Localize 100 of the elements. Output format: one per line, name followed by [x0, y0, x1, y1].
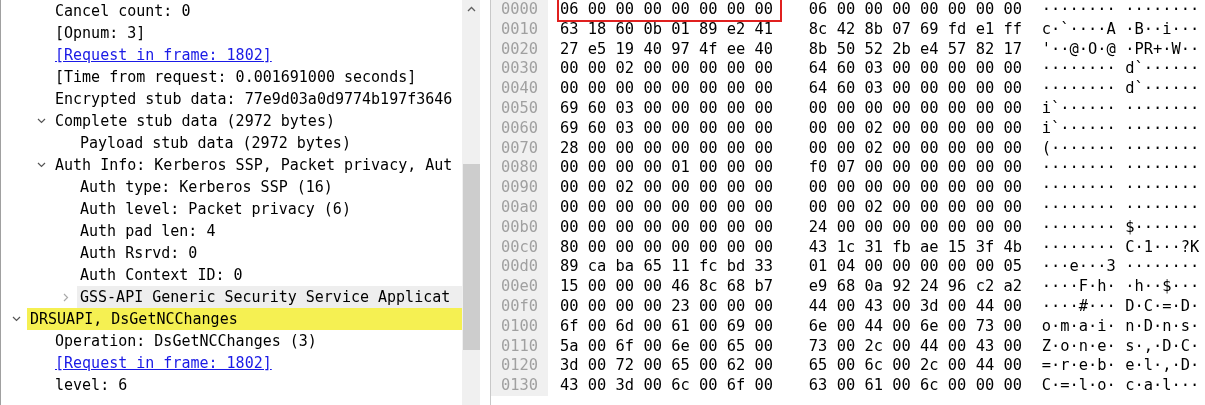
hex-bytes: 00 00 00 00 23 00 00 00 — [559, 295, 775, 317]
offset-label: 0110 — [491, 336, 548, 357]
tree-item[interactable]: Complete stub data (2972 bytes) — [52, 110, 463, 132]
ascii-text: ···e···3 ········ — [1041, 257, 1201, 278]
hex-bytes: 00 00 00 00 00 00 00 00 — [808, 178, 1023, 198]
ascii-text: i`······ ········ — [1041, 99, 1201, 119]
ascii-text: C·=·l·o· c·a·l··· — [1041, 376, 1201, 396]
offset-label: 00e0 — [491, 277, 548, 297]
ascii-text: Z·o·n·e· s·,·D·C· — [1041, 336, 1201, 357]
tree-item[interactable]: Auth Context ID: 0 — [77, 264, 463, 286]
scrollbar-thumb[interactable] — [462, 164, 480, 350]
offset-label: 0000 — [491, 0, 548, 20]
tree-item[interactable]: level: 6 — [52, 374, 463, 396]
ascii-text: i`······ ········ — [1041, 118, 1201, 139]
tree-item[interactable]: [Opnum: 3] — [52, 22, 463, 44]
ascii-text: o·m·a·i· n·D·n·s· — [1041, 316, 1201, 337]
offset-label: 0090 — [491, 178, 548, 198]
hex-bytes: 3d 00 72 00 65 00 62 00 — [559, 355, 775, 377]
hex-bytes: 24 00 00 00 00 00 00 00 — [808, 217, 1023, 238]
ascii-text: '··@·O·@ ·PR+·W·· — [1041, 39, 1201, 60]
hex-bytes: e9 68 0a 92 24 96 c2 a2 — [808, 277, 1023, 297]
offset-label: 00c0 — [491, 237, 548, 258]
ascii-text: ········ ········ — [1041, 197, 1201, 218]
hex-bytes: 80 00 00 00 00 00 00 00 — [559, 236, 775, 258]
offset-label: 0130 — [491, 376, 548, 396]
hex-bytes: 8c 42 8b 07 69 fd e1 ff — [808, 19, 1023, 40]
offset-label: 00d0 — [491, 257, 548, 278]
hex-bytes: 89 ca ba 65 11 fc bd 33 — [559, 256, 775, 278]
offset-label: 0080 — [491, 158, 548, 179]
hex-bytes: 00 00 02 00 00 00 00 00 — [808, 197, 1023, 218]
chevron-down-icon[interactable] — [11, 316, 21, 322]
offset-label: 0010 — [491, 19, 548, 40]
tree-item[interactable]: Payload stub data (2972 bytes) — [77, 132, 463, 154]
offset-label: 00a0 — [491, 197, 548, 218]
hex-bytes: 6f 00 6d 00 61 00 69 00 — [559, 315, 775, 337]
offset-label: 0120 — [491, 356, 548, 377]
hex-bytes: 27 e5 19 40 97 4f ee 40 — [559, 38, 775, 60]
ascii-text: ········ d`······ — [1041, 79, 1201, 99]
hex-bytes: 28 00 00 00 00 00 00 00 — [559, 137, 775, 159]
scroll-up-icon[interactable] — [466, 6, 476, 12]
hex-bytes: 01 04 00 00 00 00 00 05 — [808, 257, 1023, 278]
hex-bytes: 43 1c 31 fb ae 15 3f 4b — [808, 237, 1023, 258]
hex-bytes: 69 60 03 00 00 00 00 00 — [559, 117, 775, 139]
frame-link[interactable]: [Request in frame: 1802] — [52, 352, 463, 374]
chevron-down-icon[interactable] — [36, 118, 46, 124]
ascii-text: ········ d`······ — [1041, 59, 1201, 80]
ascii-text: c·`····A ·B··i··· — [1041, 19, 1201, 40]
ascii-text: =·r·e·b· e·l·,·D· — [1041, 356, 1201, 377]
hex-bytes: 44 00 43 00 3d 00 44 00 — [808, 296, 1023, 317]
ascii-text: ········ ········ — [1041, 0, 1201, 20]
tree-item[interactable]: Operation: DsGetNCChanges (3) — [52, 330, 463, 352]
hex-bytes: 6e 00 44 00 6e 00 73 00 — [808, 316, 1023, 337]
hex-bytes: 64 60 03 00 00 00 00 00 — [808, 79, 1023, 99]
hex-bytes: 65 00 6c 00 2c 00 44 00 — [808, 356, 1023, 377]
hex-bytes: 8b 50 52 2b e4 57 82 17 — [808, 39, 1023, 60]
ascii-text: ········ ········ — [1041, 178, 1201, 198]
hex-bytes: 00 00 00 00 00 00 00 00 — [559, 196, 775, 218]
offset-label: 0100 — [491, 316, 548, 337]
hex-bytes: 73 00 2c 00 44 00 43 00 — [808, 336, 1023, 357]
hex-bytes: 15 00 00 00 46 8c 68 b7 — [559, 276, 775, 298]
hex-bytes: 00 00 02 00 00 00 00 00 — [808, 138, 1023, 159]
chevron-down-icon[interactable] — [36, 162, 46, 168]
hex-bytes: 00 00 00 00 00 00 00 00 — [808, 99, 1023, 119]
offset-label: 0040 — [491, 79, 548, 99]
ascii-text: (······· ········ — [1041, 138, 1201, 159]
tree-item[interactable]: Auth level: Packet privacy (6) — [77, 198, 463, 220]
ascii-text: ········ C·1···?K — [1041, 237, 1201, 258]
hex-bytes: 00 00 02 00 00 00 00 00 — [808, 118, 1023, 139]
hex-bytes: 00 00 00 00 00 00 00 00 — [559, 216, 775, 238]
hex-bytes: f0 07 00 00 00 00 00 00 — [808, 158, 1023, 179]
ascii-text: ········ ········ — [1041, 158, 1201, 179]
ascii-text: ····F·h· ·h··$··· — [1041, 277, 1201, 297]
hex-bytes: 06 00 00 00 00 00 00 00 — [557, 0, 782, 22]
hex-bytes: 00 00 02 00 00 00 00 00 — [559, 58, 775, 80]
tree-item[interactable]: Cancel count: 0 — [52, 0, 463, 22]
hex-bytes: 69 60 03 00 00 00 00 00 — [559, 98, 775, 119]
hex-bytes: 00 00 00 00 00 00 00 00 — [559, 78, 775, 100]
tree-item[interactable]: Auth Info: Kerberos SSP, Packet privacy, Aut — [52, 154, 463, 176]
hex-bytes: 43 00 3d 00 6c 00 6f 00 — [559, 375, 775, 397]
offset-label: 0030 — [491, 59, 548, 80]
tree-item[interactable]: DRSUAPI, DsGetNCChanges — [27, 308, 463, 330]
offset-label: 0060 — [491, 118, 548, 139]
tree-item[interactable]: Auth pad len: 4 — [77, 220, 463, 242]
tree-item[interactable]: [Time from request: 0.001691000 seconds] — [52, 66, 463, 88]
tree-item[interactable]: Auth Rsrvd: 0 — [77, 242, 463, 264]
offset-label: 0050 — [491, 99, 548, 119]
hex-bytes: 00 00 02 00 00 00 00 00 — [559, 177, 775, 199]
hex-bytes: 64 60 03 00 00 00 00 00 — [808, 59, 1023, 80]
offset-label: 0020 — [491, 39, 548, 60]
ascii-text: ····#··· D·C·=·D· — [1041, 296, 1201, 317]
offset-label: 0070 — [491, 138, 548, 159]
tree-item[interactable]: Encrypted stub data: 77e9d03a0d9774b197f3646 — [52, 88, 463, 110]
tree-item[interactable]: Auth type: Kerberos SSP (16) — [77, 176, 463, 198]
offset-label: 00b0 — [491, 217, 548, 238]
hex-bytes: 5a 00 6f 00 6e 00 65 00 — [559, 335, 775, 357]
offset-label: 00f0 — [491, 296, 548, 317]
hex-bytes: 06 00 00 00 00 00 00 00 — [808, 0, 1023, 20]
tree-item[interactable]: GSS-API Generic Security Service Applicat — [77, 286, 463, 308]
frame-link[interactable]: [Request in frame: 1802] — [52, 44, 463, 66]
hex-bytes: 00 00 00 00 01 00 00 00 — [559, 157, 775, 179]
